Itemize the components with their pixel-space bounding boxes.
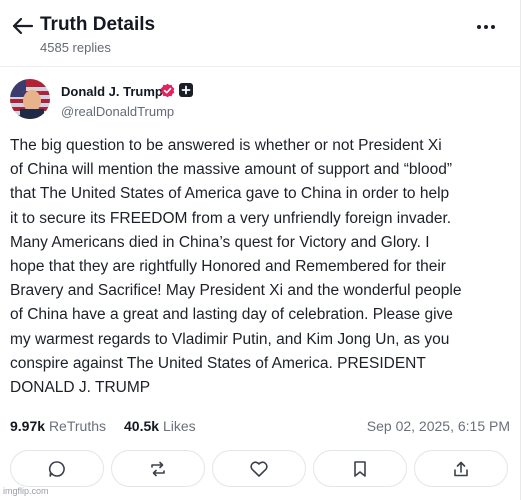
reply-icon	[48, 460, 65, 477]
page-title: Truth Details	[40, 14, 156, 35]
retruth-icon	[151, 461, 165, 476]
reply-button[interactable]	[10, 450, 104, 487]
share-icon	[454, 461, 468, 476]
retruths-count: 9.97k	[10, 418, 46, 434]
reply-count: 4585 replies	[40, 40, 111, 55]
more-horizontal-icon[interactable]	[474, 18, 498, 36]
avatar[interactable]	[10, 79, 50, 119]
post-body: The big question to be answered is wheth…	[10, 137, 462, 397]
bookmark-icon	[354, 460, 366, 477]
post-stats: 9.97k ReTruths 40.5k Likes Sep 02, 2025,…	[10, 418, 510, 438]
author-name[interactable]: Donald J. Trump	[61, 84, 163, 99]
likes-count: 40.5k	[124, 418, 160, 434]
action-bar	[0, 450, 521, 490]
likes-stat[interactable]: 40.5k Likes	[124, 418, 196, 434]
plus-badge-icon	[179, 83, 193, 97]
retruth-button[interactable]	[111, 450, 205, 487]
share-button[interactable]	[414, 450, 508, 487]
verified-badge-icon	[160, 83, 175, 98]
like-icon	[250, 460, 268, 477]
watermark: imgflip.com	[3, 486, 49, 496]
likes-label: Likes	[162, 418, 196, 434]
retruths-label: ReTruths	[48, 418, 106, 434]
post-detail-panel: Truth Details 4585 replies Donald J. Tru…	[0, 0, 521, 500]
header-divider	[0, 66, 521, 67]
bookmark-button[interactable]	[313, 450, 407, 487]
like-button[interactable]	[212, 450, 306, 487]
retruths-stat[interactable]: 9.97k ReTruths	[10, 418, 106, 434]
post-timestamp: Sep 02, 2025, 6:15 PM	[366, 418, 510, 434]
header: Truth Details 4585 replies	[0, 0, 521, 60]
arrow-left-icon[interactable]	[12, 17, 34, 35]
author-handle[interactable]: @realDonaldTrump	[61, 104, 174, 119]
